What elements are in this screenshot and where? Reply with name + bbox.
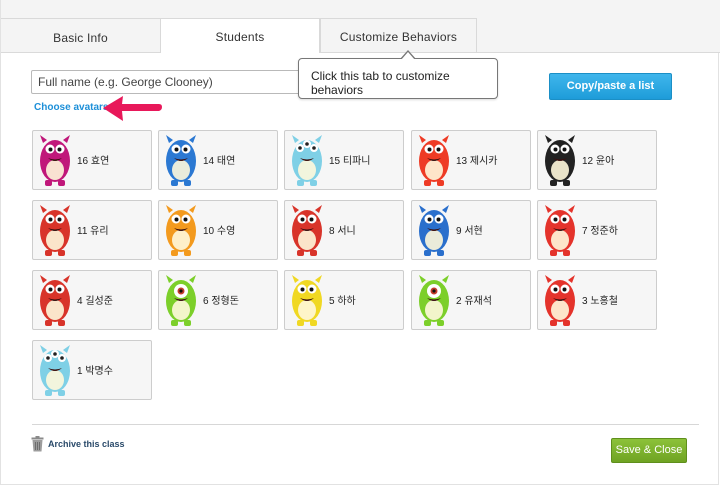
student-card[interactable]: 9 서현	[411, 200, 531, 260]
red-spiky-monster-icon	[292, 205, 322, 256]
pointer-arrow-icon	[103, 96, 162, 121]
tab-customize-behaviors[interactable]: Customize Behaviors	[320, 18, 477, 52]
choose-avatars-link[interactable]: Choose avatars	[34, 102, 108, 113]
red-spiky-monster-icon	[40, 205, 70, 256]
tab-bar: Basic Info Students Customize Behaviors	[1, 0, 720, 53]
student-name: 11 유리	[77, 226, 109, 237]
red-furry-monster-icon	[545, 275, 575, 326]
blue-bird-monster-icon	[419, 205, 449, 256]
student-name: 7 정준하	[582, 226, 618, 237]
student-name: 13 제시카	[456, 156, 498, 167]
student-name: 4 길성준	[77, 296, 113, 307]
tab-students[interactable]: Students	[160, 18, 320, 53]
class-editor-dialog: Basic Info Students Customize Behaviors …	[0, 0, 720, 485]
student-name: 9 서현	[456, 226, 483, 237]
yellow-black-monster-icon	[292, 275, 322, 326]
student-name: 6 정형돈	[203, 296, 239, 307]
student-name: 2 유재석	[456, 296, 492, 307]
student-card[interactable]: 5 하하	[284, 270, 404, 330]
red-monster-icon	[419, 135, 449, 186]
cyan-monster-icon	[40, 345, 70, 396]
student-card[interactable]: 16 효연	[32, 130, 152, 190]
student-card[interactable]: 2 유재석	[411, 270, 531, 330]
copy-paste-list-button[interactable]: Copy/paste a list	[549, 73, 672, 100]
archive-class-label: Archive this class	[48, 439, 125, 449]
green-monster-icon	[419, 275, 449, 326]
student-card[interactable]: 15 티파니	[284, 130, 404, 190]
student-name: 1 박명수	[77, 366, 113, 377]
student-name-input[interactable]	[31, 70, 333, 94]
student-card[interactable]: 8 서니	[284, 200, 404, 260]
save-close-button[interactable]: Save & Close	[611, 438, 687, 463]
student-card[interactable]: 12 윤아	[537, 130, 657, 190]
student-card[interactable]: 1 박명수	[32, 340, 152, 400]
student-card[interactable]: 10 수영	[158, 200, 278, 260]
red-spiky-monster-icon	[40, 275, 70, 326]
student-card[interactable]: 3 노홍철	[537, 270, 657, 330]
footer-divider	[32, 424, 699, 425]
student-card[interactable]: 4 길성준	[32, 270, 152, 330]
student-name: 3 노홍철	[582, 296, 618, 307]
magenta-monster-icon	[40, 135, 70, 186]
trash-icon	[31, 436, 44, 452]
black-white-monster-icon	[545, 135, 575, 186]
student-card[interactable]: 6 정형돈	[158, 270, 278, 330]
student-name: 12 윤아	[582, 156, 615, 167]
student-name: 5 하하	[329, 296, 356, 307]
behaviors-tooltip: Click this tab to customize behaviors	[298, 58, 498, 99]
student-name: 10 수영	[203, 226, 236, 237]
cyan-monster-icon	[292, 135, 322, 186]
student-name: 14 태연	[203, 156, 236, 167]
student-card[interactable]: 7 정준하	[537, 200, 657, 260]
student-card[interactable]: 14 태연	[158, 130, 278, 190]
student-name: 15 티파니	[329, 156, 371, 167]
student-card[interactable]: 11 유리	[32, 200, 152, 260]
student-name: 8 서니	[329, 226, 356, 237]
tab-basic-info[interactable]: Basic Info	[1, 18, 161, 52]
student-card[interactable]: 13 제시카	[411, 130, 531, 190]
student-name: 16 효연	[77, 156, 110, 167]
red-furry-monster-icon	[545, 205, 575, 256]
blue-monster-icon	[166, 135, 196, 186]
green-monster-icon	[166, 275, 196, 326]
tooltip-pointer-fill	[401, 52, 415, 60]
orange-monster-icon	[166, 205, 196, 256]
